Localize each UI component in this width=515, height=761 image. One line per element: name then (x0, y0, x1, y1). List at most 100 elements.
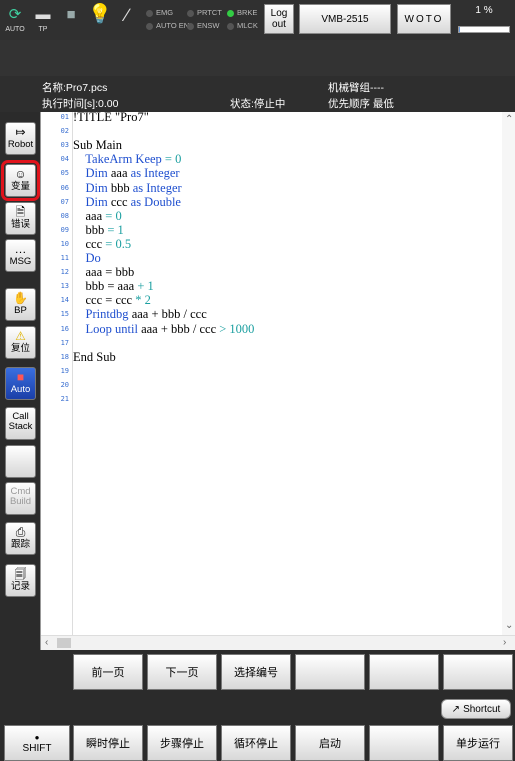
scroll-up-icon[interactable]: ⌃ (505, 114, 513, 125)
code-token: = 0.5 (105, 236, 132, 251)
pen-icon: ∕ (125, 5, 129, 25)
robot-button[interactable]: ⤇ Robot (5, 122, 36, 155)
horizontal-scroll-thumb[interactable] (57, 638, 71, 648)
code-line[interactable]: Sub Main (73, 138, 122, 153)
horizontal-scrollbar[interactable]: ‹ › (41, 635, 515, 650)
speed-bar-fill (459, 27, 460, 32)
warning-icon: ⚠ (15, 329, 26, 343)
woto-button[interactable]: WOTO (397, 4, 451, 34)
line-number: 20 (60, 380, 69, 389)
line-number: 13 (60, 282, 69, 291)
cycle-stop-button[interactable]: 循环停止 (221, 725, 291, 761)
speed-indicator[interactable]: 1 % (458, 5, 510, 35)
code-token: aaa (110, 166, 131, 181)
fn1-blank-button-6[interactable] (443, 654, 513, 690)
logout-button[interactable]: Log out (264, 4, 294, 34)
line-number-gutter: 01 02 03 04 05 06 07 08 09 10 11 12 13 14 15 16 17 18 19 20… (41, 112, 72, 635)
auto-button[interactable]: ■ Auto (5, 367, 36, 400)
line-number: 02 (60, 127, 69, 136)
line-number: 09 (60, 225, 69, 234)
error-doc-icon: 🗎 (15, 205, 26, 219)
vertical-scrollbar[interactable]: ⌃ ⌄ (502, 112, 515, 635)
fn1-blank-button-4[interactable] (295, 654, 365, 690)
code-token: !TITLE "Pro7" (73, 110, 149, 124)
teach-pendant-icon[interactable]: ▬ TP (32, 4, 54, 36)
log-button[interactable]: 🗐 记录 (5, 564, 36, 597)
prev-page-button[interactable]: 前一页 (73, 654, 143, 690)
start-button[interactable]: 启动 (295, 725, 365, 761)
code-token: End Sub (73, 349, 116, 364)
code-token: aaa + bbb / ccc (131, 307, 207, 322)
code-line[interactable]: bbb = aaa + 1 (73, 279, 154, 294)
shift-button[interactable]: ● SHIFT (4, 725, 70, 761)
blank-side-button[interactable] (5, 445, 36, 478)
step-stop-button[interactable]: 步骤停止 (147, 725, 217, 761)
robot-model-button[interactable]: VMB-2515 (299, 4, 391, 34)
code-token: as Double (130, 194, 181, 209)
scroll-right-icon[interactable]: › (503, 637, 506, 648)
line-number: 06 (60, 183, 69, 192)
code-token: bbb (73, 222, 108, 237)
select-number-button[interactable]: 选择编号 (221, 654, 291, 690)
code-line[interactable]: Dim aaa as Integer (73, 166, 180, 181)
code-line[interactable]: Dim ccc as Double (73, 195, 181, 210)
trace-icon: ⎙ (15, 525, 26, 539)
code-token: Loop until (73, 321, 142, 336)
line-number: 14 (60, 296, 69, 305)
line-number: 15 (60, 310, 69, 319)
code-line[interactable]: ccc = ccc * 2 (73, 293, 151, 308)
code-line[interactable]: End Sub (73, 350, 116, 365)
code-token: as Integer (132, 180, 182, 195)
code-line[interactable]: TakeArm Keep = 0 (73, 152, 181, 167)
line-number: 01 (60, 113, 69, 121)
code-editor[interactable]: 01 02 03 04 05 06 07 08 09 10 11 12 13 14 15 16 17 18 19 20… (40, 110, 515, 650)
code-line[interactable]: aaa = bbb (73, 265, 135, 280)
mlck-led (227, 22, 234, 30)
code-line[interactable]: Do (73, 251, 101, 266)
fn1-blank-button-5[interactable] (369, 654, 439, 690)
code-token: Dim (73, 180, 111, 195)
shortcut-button[interactable]: ↗ Shortcut (441, 699, 511, 719)
hand-icon: ✋ (13, 291, 28, 305)
line-number: 12 (60, 268, 69, 277)
code-line[interactable]: bbb = 1 (73, 223, 124, 238)
call-stack-button[interactable]: Call Stack (5, 407, 36, 440)
scroll-left-icon[interactable]: ‹ (45, 637, 48, 648)
code-line[interactable]: Loop until aaa + bbb / ccc > 1000 (73, 321, 255, 337)
exec-time: 执行时间[s]:0.00 (42, 98, 119, 110)
toolbar-spacer (0, 40, 515, 76)
code-token: = 0 (105, 208, 122, 223)
reset-button[interactable]: ⚠ 复位 (5, 326, 36, 359)
side-toolbar: ⤇ Robot ☺ 变量 🗎 错误 … MSG ✋ BP ⚠ 复位 ■ Auto Call St… (0, 112, 40, 650)
brke-led (227, 9, 234, 17)
breakpoint-button[interactable]: ✋ BP (5, 288, 36, 321)
code-token: = 1 (107, 222, 124, 237)
next-page-button[interactable]: 下一页 (147, 654, 217, 690)
line-number: 05 (60, 169, 69, 178)
single-step-run-button[interactable]: 单步运行 (443, 725, 513, 761)
code-token: ccc = ccc (73, 293, 136, 308)
priority: 优先顺序 最低 (328, 98, 394, 110)
code-line[interactable]: Printdbg aaa + bbb / ccc (73, 307, 207, 322)
instant-stop-button[interactable]: 瞬时停止 (73, 725, 143, 761)
speed-bar (458, 26, 510, 33)
code-line[interactable]: aaa = 0 (73, 209, 122, 224)
trace-button[interactable]: ⎙ 跟踪 (5, 522, 36, 555)
fn2-blank-button[interactable] (369, 725, 439, 761)
code-line[interactable]: ccc = 0.5 (73, 236, 132, 252)
variable-button[interactable]: ☺ 变量 (1, 160, 40, 201)
code-line[interactable]: Dim bbb as Integer (73, 181, 182, 196)
error-button[interactable]: 🗎 错误 (5, 202, 36, 235)
program-status: 状态:停止中 (230, 98, 286, 110)
code-token: bbb = aaa (73, 279, 138, 294)
auto-mode-icon[interactable]: ⟳ AUTO (4, 4, 26, 36)
code-line[interactable]: !TITLE "Pro7" (73, 110, 149, 125)
msg-button[interactable]: … MSG (5, 239, 36, 272)
code-token: aaa (73, 208, 106, 223)
program-info-panel: 名称:Pro7.pcs 执行时间[s]:0.00 状态:停止中 机械臂组----… (0, 76, 515, 112)
code-area[interactable]: !TITLE "Pro7" Sub Main TakeArm Keep = 0 D… (72, 110, 502, 635)
cmd-build-button[interactable]: Cmd Build (5, 482, 36, 515)
scroll-down-icon[interactable]: ⌄ (505, 620, 513, 631)
shortcut-row (0, 692, 515, 724)
ensw-led (187, 22, 194, 30)
